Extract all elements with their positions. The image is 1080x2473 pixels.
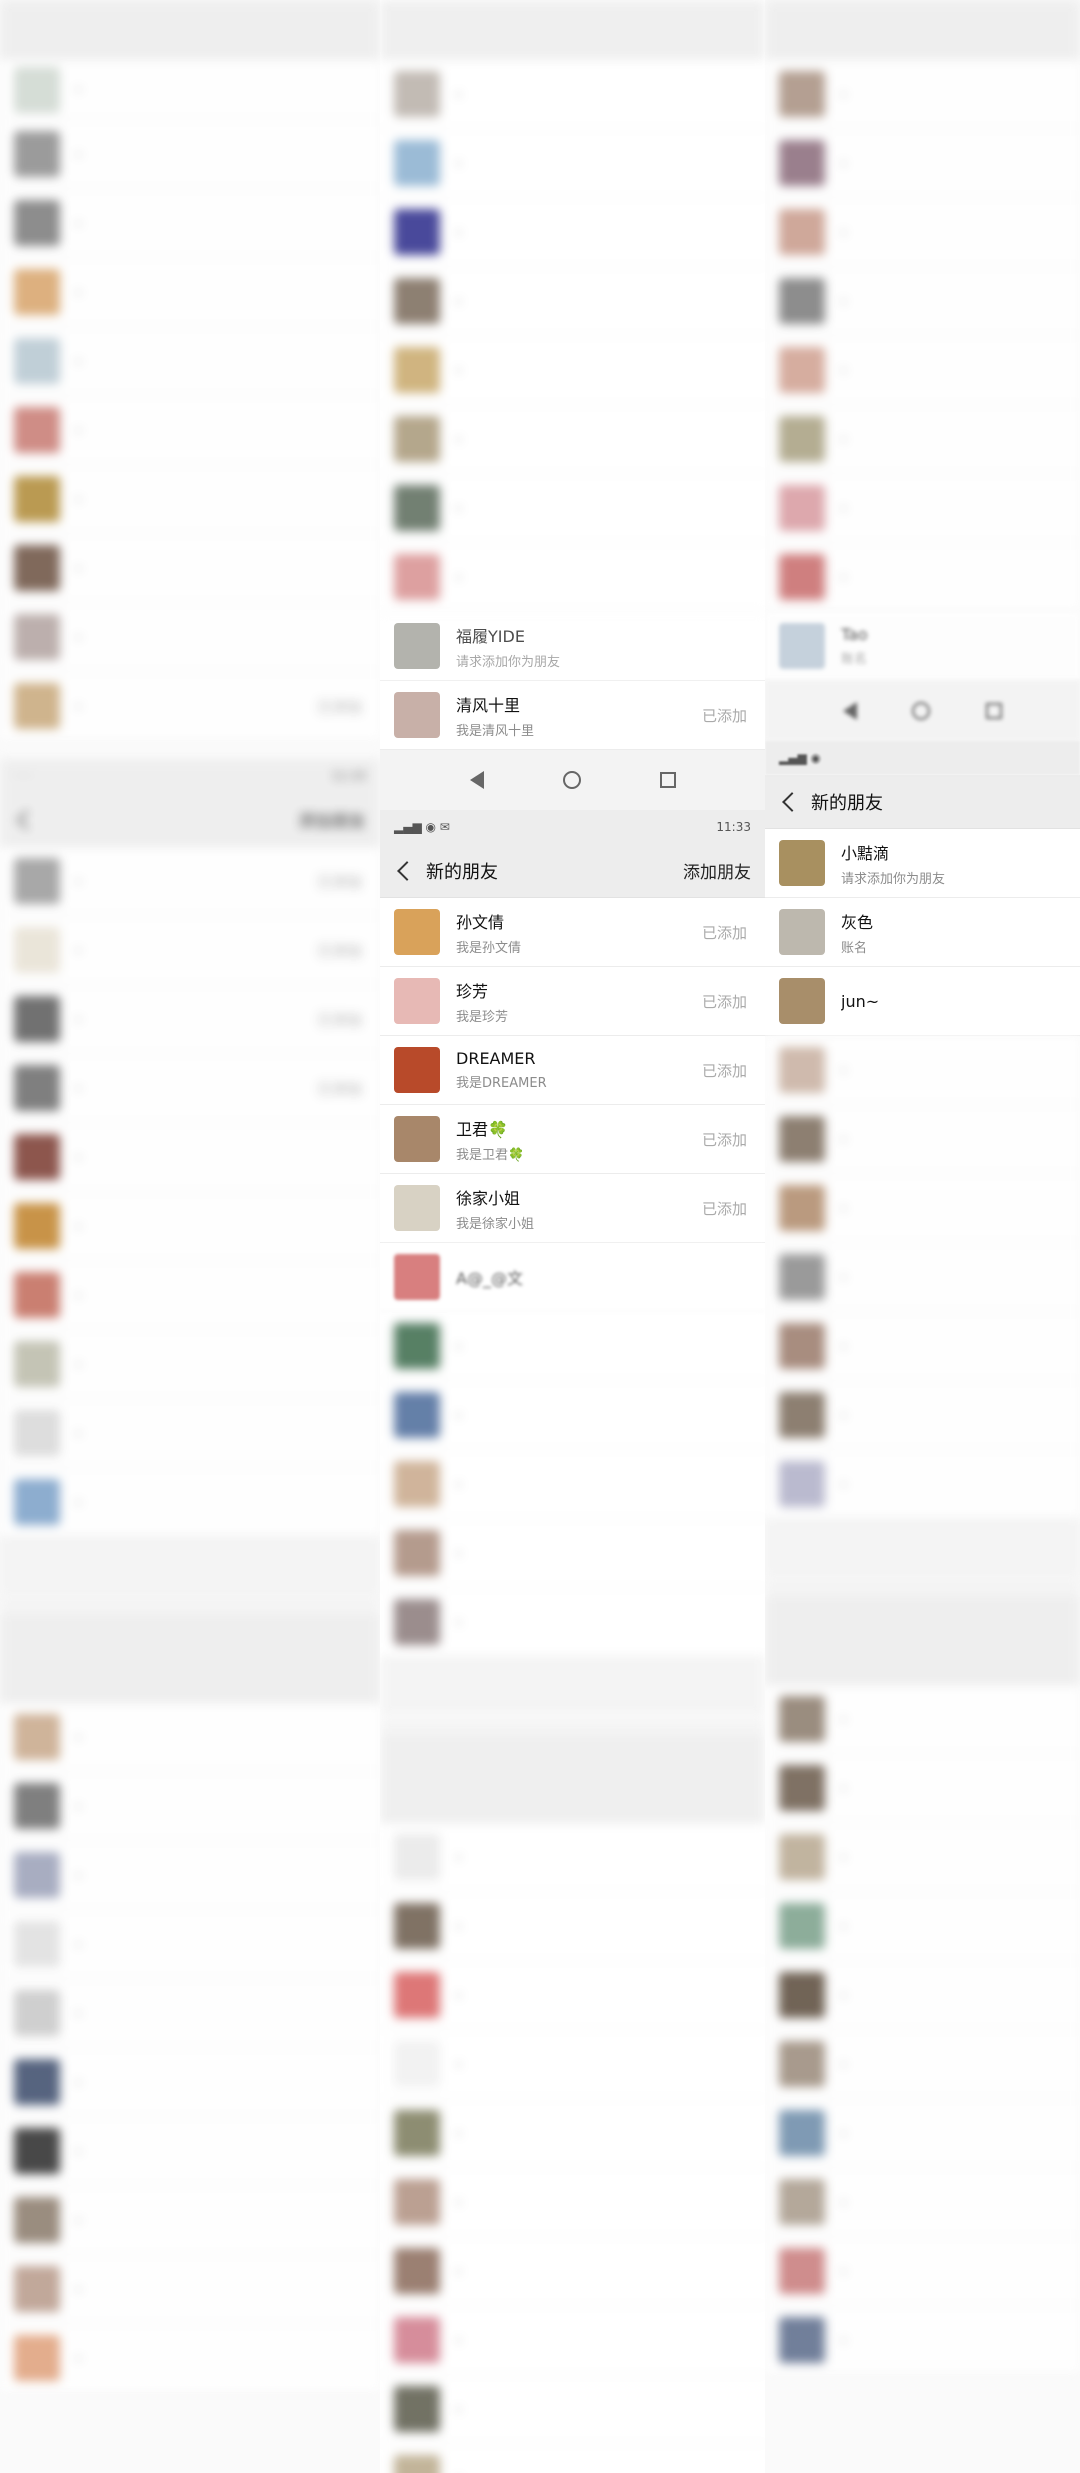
avatar	[779, 840, 825, 886]
avatar	[394, 1116, 440, 1162]
list-item[interactable]: 徐家小姐 我是徐家小姐 已添加	[380, 1174, 765, 1243]
avatar	[394, 623, 440, 669]
status-bar: ▂▄▆ ◉ ✉ 11:33	[380, 810, 765, 844]
middle-screenshot-column: · · · · · · · · 福履YIDE 请求添加你为朋友 清风十里 我是清…	[380, 0, 765, 2473]
avatar	[394, 1185, 440, 1231]
mid-top-header	[380, 0, 765, 60]
contact-message: 账名	[841, 652, 868, 667]
left-status: 已添加	[316, 872, 362, 891]
avatar	[394, 692, 440, 738]
nav-recents-icon[interactable]	[659, 772, 676, 788]
list-item[interactable]: 灰色 账名	[765, 898, 1080, 967]
contact-name: 小黠滴	[841, 843, 890, 863]
left-status: 已添加	[316, 941, 362, 960]
contact-name: 灰色	[841, 912, 874, 932]
left-top-header	[0, 0, 380, 60]
list-item[interactable]: 卫君🍀 我是卫君🍀 已添加	[380, 1105, 765, 1174]
contact-name: 福履YIDE	[456, 626, 525, 646]
added-status: 已添加	[701, 1199, 747, 1218]
contact-message: 账名	[841, 940, 868, 956]
left-status: 已添加	[316, 1010, 362, 1029]
status-time: 11:33	[716, 820, 751, 834]
page-title: 新的朋友	[811, 792, 883, 814]
list-item[interactable]: Tao 账名	[765, 612, 1080, 681]
list-item[interactable]: A@_@文	[380, 1243, 765, 1312]
left-add-friend-link[interactable]: 添加朋友	[298, 807, 366, 832]
add-friend-link[interactable]: 添加朋友	[683, 858, 751, 883]
android-nav-bar	[380, 750, 765, 810]
contact-name: A@_@文	[456, 1269, 523, 1288]
avatar	[394, 1254, 440, 1300]
left-screenshot-column: · · · · · · · · · · 已添加 · · · 11:33 添加朋友 ·…	[0, 0, 380, 2473]
contact-message: 请求添加你为朋友	[841, 871, 946, 887]
list-item[interactable]: 清风十里 我是清风十里 已添加	[380, 681, 765, 750]
back-chevron-icon[interactable]	[17, 809, 37, 830]
left-status: 已添加	[316, 1079, 362, 1098]
contact-name: jun~	[841, 991, 880, 1011]
avatar	[394, 1047, 440, 1093]
contact-message: 请求添加你为朋友	[456, 654, 561, 670]
avatar	[394, 978, 440, 1024]
nav-home-icon[interactable]	[562, 771, 581, 789]
list-item[interactable]: 孙文倩 我是孙文倩 已添加	[380, 898, 765, 967]
avatar	[394, 909, 440, 955]
right-screenshot-column: · · · · · · · · Tao 账名 ▂▄▆ ◉ 新的朋友 小黠滴 请求…	[765, 0, 1080, 2473]
list-item[interactable]: 小黠滴 请求添加你为朋友	[765, 829, 1080, 898]
signal-icons: ▂▄▆ ◉ ✉	[394, 820, 450, 834]
left-titlebar: 添加朋友	[0, 793, 380, 847]
back-chevron-icon[interactable]	[782, 791, 802, 812]
avatar	[779, 978, 825, 1024]
list-item[interactable]: DREAMER 我是DREAMER 已添加	[380, 1036, 765, 1105]
added-status: 已添加	[701, 1061, 747, 1080]
title-bar: 新的朋友 添加朋友	[380, 844, 765, 898]
avatar	[779, 909, 825, 955]
left-time: 11:33	[331, 769, 366, 783]
page-title: 新的朋友	[426, 861, 498, 883]
contact-name: Tao	[841, 625, 868, 644]
avatar	[779, 623, 825, 669]
added-status: 已添加	[701, 706, 747, 725]
nav-back-icon[interactable]	[469, 771, 484, 789]
list-item[interactable]: jun~	[765, 967, 1080, 1036]
added-status: 已添加	[701, 992, 747, 1011]
left-status: 已添加	[316, 697, 362, 716]
added-status: 已添加	[701, 1130, 747, 1149]
list-item[interactable]: 珍芳 我是珍芳 已添加	[380, 967, 765, 1036]
added-status: 已添加	[701, 923, 747, 942]
back-chevron-icon[interactable]	[397, 860, 417, 881]
right-title-bar: 新的朋友	[765, 775, 1080, 829]
list-item[interactable]: 福履YIDE 请求添加你为朋友	[380, 612, 765, 681]
